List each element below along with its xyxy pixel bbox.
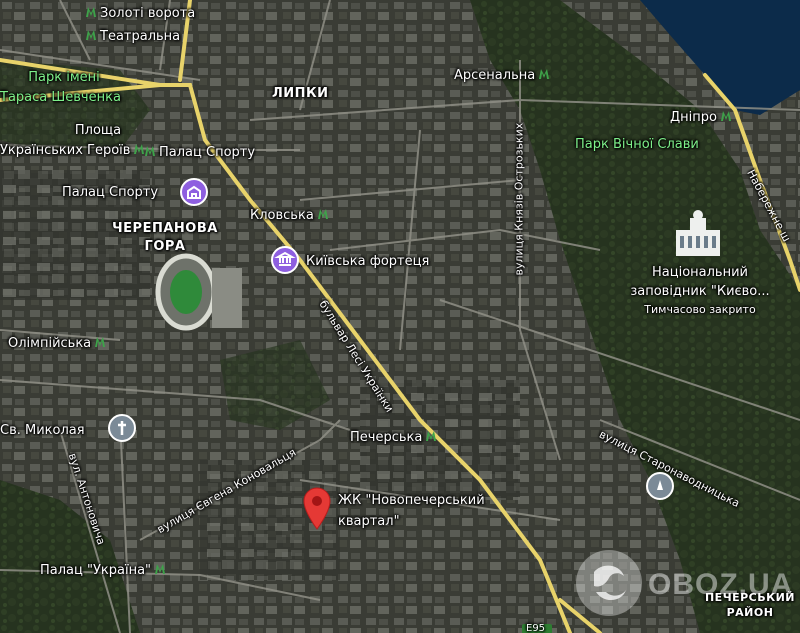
label-text: Печерська	[350, 430, 423, 445]
label-text: Кловська	[250, 208, 314, 223]
label-zhk-line2[interactable]: квартал"	[338, 515, 400, 528]
label-zapovidnyk-line2[interactable]: заповідник "Києво...	[620, 285, 780, 298]
location-pin-icon[interactable]	[302, 486, 332, 530]
label-sv-mykolaia[interactable]: Св. Миколая	[0, 424, 85, 437]
metro-icon	[317, 209, 328, 219]
label-text: Дніпро	[670, 110, 717, 125]
label-palats-sportu[interactable]: Палац Спорту	[62, 186, 158, 199]
label-lypky: ЛИПКИ	[272, 86, 329, 101]
label-text: Олімпійська	[8, 336, 92, 351]
label-pecherskyi-line2: РАЙОН	[726, 606, 774, 619]
label-zapovidnyk-status: Тимчасово закрито	[644, 303, 756, 316]
label-text: Українських Героїв	[0, 143, 131, 158]
label-cherepanova-line2: ГОРА	[144, 239, 186, 254]
cross-glyph	[118, 421, 126, 435]
metro-dnipro[interactable]: Дніпро	[670, 110, 732, 124]
metro-icon	[720, 111, 731, 121]
watermark-text: OBOZ.UA	[648, 568, 794, 601]
map-view[interactable]: Золоті ворота Театральна Парк імені Тара…	[0, 0, 800, 633]
lavra-icon[interactable]	[670, 206, 726, 262]
label-park-vichnoi-slavy[interactable]: Парк Вічної Слави	[575, 138, 699, 151]
museum-glyph	[274, 251, 296, 266]
metro-icon	[155, 564, 166, 574]
landmark-icon[interactable]	[646, 472, 674, 500]
metro-icon	[95, 337, 106, 347]
label-cherepanova-line1: ЧЕРЕПАНОВА	[112, 221, 218, 236]
metro-pecherska[interactable]: Печерська	[350, 430, 437, 444]
label-text: Золоті ворота	[100, 6, 196, 21]
venue-icon[interactable]	[180, 178, 208, 206]
label-zhk-line1[interactable]: ЖК "Новопечерський	[338, 494, 485, 507]
label-park-shevchenka-line1[interactable]: Парк імені	[14, 71, 114, 84]
watermark-logo-icon	[576, 550, 642, 616]
church-icon[interactable]	[108, 414, 136, 442]
metro-icon	[426, 431, 437, 441]
metro-zoloti-vorota[interactable]: Золоті ворота	[85, 6, 195, 20]
label-kniaziv-ostrozkykh: вулиця Князів Острозьких	[512, 122, 526, 276]
monument-glyph	[655, 480, 665, 492]
label-ploshcha-line1: Площа	[74, 123, 122, 138]
label-zapovidnyk-line1[interactable]: Національний	[630, 266, 770, 279]
metro-icon	[539, 69, 550, 79]
metro-icon	[145, 146, 155, 156]
metro-icon	[86, 7, 96, 17]
label-text: Палац Спорту	[159, 145, 256, 160]
metro-klovska[interactable]: Кловська	[250, 208, 329, 222]
label-text: Арсенальна	[454, 68, 536, 83]
route-shield-e95: E95	[526, 623, 546, 633]
metro-palats-ukraina[interactable]: Палац "Україна"	[40, 563, 166, 577]
label-text: Палац "Україна"	[40, 563, 152, 578]
metro-ploshcha-ukrainskykh-heroiv[interactable]: Українських Героїв	[0, 143, 145, 157]
metro-palats-sportu[interactable]: Палац Спорту	[144, 145, 255, 159]
metro-icon	[86, 30, 96, 40]
label-park-shevchenka-line2[interactable]: Тараса Шевченка	[0, 91, 121, 104]
label-kyivska-fortetsia[interactable]: Київська фортеця	[306, 255, 429, 268]
metro-teatralna[interactable]: Театральна	[85, 29, 180, 43]
museum-icon[interactable]	[271, 246, 299, 274]
metro-olimpiiska[interactable]: Олімпійська	[8, 336, 106, 350]
metro-arsenalna[interactable]: Арсенальна	[454, 68, 550, 82]
label-text: Театральна	[100, 29, 181, 44]
building-glyph	[187, 185, 201, 199]
